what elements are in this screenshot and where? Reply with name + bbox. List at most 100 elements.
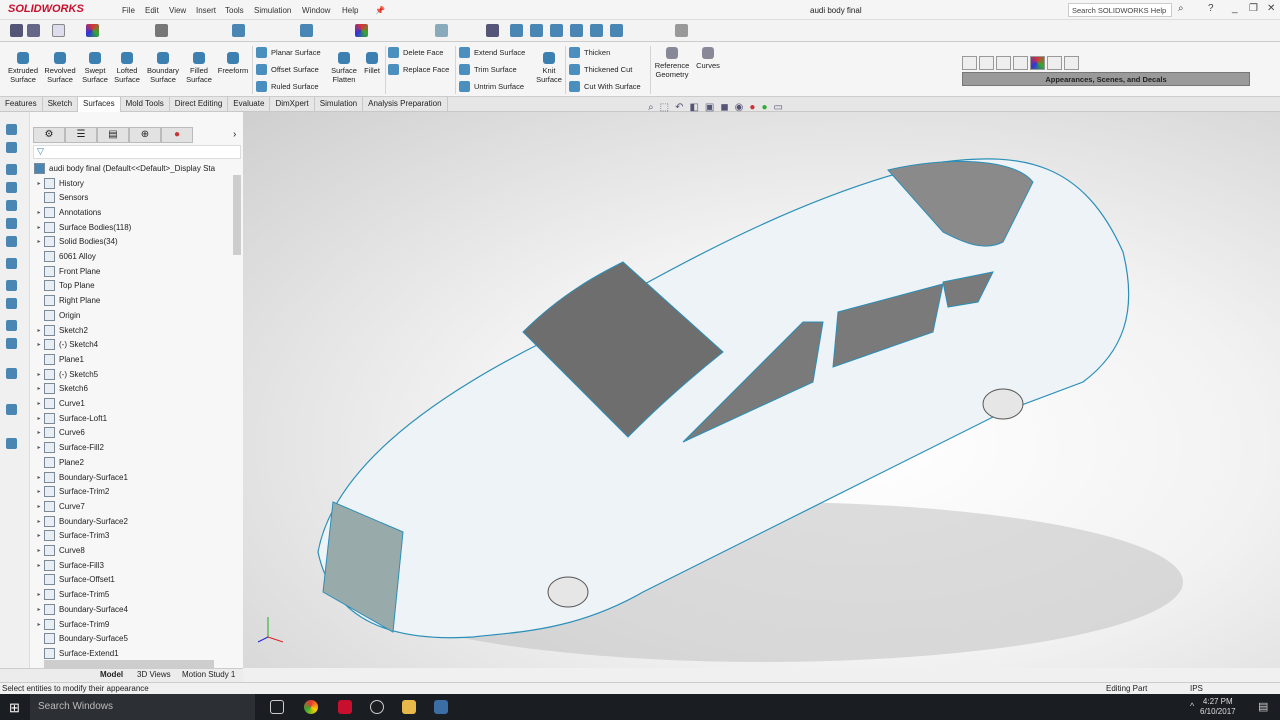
tree-item[interactable]: ▸ Surface-Trim5 (34, 588, 109, 602)
tree-item[interactable]: ▸ Surface Bodies(118) (34, 220, 131, 234)
close-button[interactable]: ✕ (1267, 3, 1275, 14)
expand-icon[interactable]: ▸ (34, 591, 44, 598)
tree-item[interactable]: ▸ History (34, 176, 84, 190)
folder-icon[interactable] (996, 56, 1011, 70)
tool-icon[interactable] (6, 280, 17, 291)
view-top-icon[interactable] (590, 24, 603, 37)
tab-analysis-preparation[interactable]: Analysis Preparation (363, 97, 448, 112)
windows-search-input[interactable]: Search Windows (30, 694, 255, 720)
help-icon[interactable]: ? (1208, 3, 1214, 14)
zoom-icon[interactable] (155, 24, 168, 37)
curves-button[interactable]: Curves (694, 47, 722, 70)
expand-icon[interactable]: ▸ (34, 371, 44, 378)
expand-icon[interactable]: ▸ (34, 415, 44, 422)
sketch-pen-icon[interactable] (675, 24, 688, 37)
thickened-cut-button[interactable]: Thickened Cut (569, 64, 632, 75)
tree-item[interactable]: ▸ Surface-Loft1 (34, 411, 107, 425)
extend-surface-button[interactable]: Extend Surface (459, 47, 525, 58)
tree-item[interactable]: ▸ Surface-Fill3 (34, 558, 104, 572)
expand-icon[interactable]: ▸ (34, 474, 44, 481)
delete-face-button[interactable]: Delete Face (388, 47, 443, 58)
restore-button[interactable]: ❐ (1249, 3, 1258, 14)
tree-item[interactable]: Plane1 (34, 352, 84, 366)
tool-icon[interactable] (6, 368, 17, 379)
revolved-surface-button[interactable]: Revolved Surface (42, 52, 78, 84)
tree-item[interactable]: Front Plane (34, 264, 100, 278)
surface-flatten-button[interactable]: Surface Flatten (328, 52, 360, 84)
expand-icon[interactable]: ▸ (34, 606, 44, 613)
cut-with-surface-button[interactable]: Cut With Surface (569, 81, 641, 92)
expand-icon[interactable]: ▸ (34, 621, 44, 628)
expand-icon[interactable]: ▸ (34, 209, 44, 216)
solidworks-taskbar-icon[interactable] (338, 700, 352, 714)
select-icon[interactable] (52, 24, 65, 37)
expand-icon[interactable]: ▸ (34, 224, 44, 231)
reference-geometry-button[interactable]: Reference Geometry (653, 47, 691, 79)
pin-icon[interactable]: 📌 (375, 6, 385, 15)
display-manager-tab-icon[interactable]: ● (161, 127, 193, 143)
tree-item[interactable]: ▸ Solid Bodies(34) (34, 235, 118, 249)
tool-icon[interactable] (6, 438, 17, 449)
expand-icon[interactable]: ▸ (34, 400, 44, 407)
windows-start-icon[interactable]: ⊞ (9, 700, 20, 716)
tree-item[interactable]: ▸ Boundary-Surface2 (34, 514, 128, 528)
tab-mold-tools[interactable]: Mold Tools (121, 97, 170, 112)
configuration-manager-tab-icon[interactable]: ▤ (97, 127, 129, 143)
tab-direct-editing[interactable]: Direct Editing (170, 97, 229, 112)
trim-surface-button[interactable]: Trim Surface (459, 64, 517, 75)
scene-icon[interactable] (355, 24, 368, 37)
tree-item[interactable]: Surface-Extend1 (34, 646, 119, 660)
appearances-icon[interactable] (1030, 56, 1045, 70)
tree-item[interactable]: ▸ Surface-Trim9 (34, 617, 109, 631)
tree-item[interactable]: ▸ Sketch6 (34, 382, 88, 396)
clock[interactable]: 4:27 PM 6/10/2017 (1200, 697, 1236, 717)
tree-item[interactable]: Plane2 (34, 455, 84, 469)
properties-icon[interactable] (1047, 56, 1062, 70)
expand-icon[interactable]: ▸ (34, 518, 44, 525)
extruded-surface-button[interactable]: Extruded Surface (6, 52, 40, 84)
tree-item[interactable]: Origin (34, 308, 80, 322)
tab-simulation[interactable]: Simulation (315, 97, 364, 112)
tray-chevron-icon[interactable]: ^ (1190, 701, 1194, 711)
file-explorer-icon[interactable] (402, 700, 416, 714)
tab-model[interactable]: Model (100, 670, 123, 679)
expand-icon[interactable]: ▸ (34, 444, 44, 451)
view-front-icon[interactable] (510, 24, 523, 37)
tab-surfaces[interactable]: Surfaces (78, 97, 121, 112)
dimxpert-manager-tab-icon[interactable]: ⊕ (129, 127, 161, 143)
boundary-surface-button[interactable]: Boundary Surface (144, 52, 182, 84)
tool-icon[interactable] (6, 182, 17, 193)
task-view-icon[interactable] (270, 700, 284, 714)
expand-icon[interactable]: ▸ (34, 547, 44, 554)
tree-item[interactable]: ▸ (-) Sketch5 (34, 367, 98, 381)
menu-insert[interactable]: Insert (196, 6, 216, 15)
tree-item[interactable]: Top Plane (34, 279, 95, 293)
tool-icon[interactable] (6, 320, 17, 331)
view-iso-icon[interactable] (610, 24, 623, 37)
home-icon[interactable] (962, 56, 977, 70)
tree-item[interactable]: ▸ Sketch2 (34, 323, 88, 337)
fillet-button[interactable]: Fillet (361, 52, 383, 75)
expand-icon[interactable]: ▸ (34, 532, 44, 539)
tree-horizontal-scrollbar[interactable] (44, 660, 214, 668)
tool-icon[interactable] (6, 164, 17, 175)
expand-icon[interactable]: ▸ (34, 503, 44, 510)
search-icon[interactable]: ⌕ (1178, 3, 1184, 14)
view-right-icon[interactable] (570, 24, 583, 37)
tree-item[interactable]: Right Plane (34, 294, 100, 308)
units-selector[interactable]: IPS (1190, 684, 1203, 693)
minimize-button[interactable]: _ (1232, 3, 1238, 14)
help-search-input[interactable]: Search SOLIDWORKS Help (1068, 3, 1172, 17)
menu-tools[interactable]: Tools (225, 6, 244, 15)
ruled-surface-button[interactable]: Ruled Surface (256, 81, 319, 92)
tab-features[interactable]: Features (0, 97, 43, 112)
app-icon[interactable] (370, 700, 384, 714)
tree-item[interactable]: 6061 Alloy (34, 250, 96, 264)
tree-item[interactable]: ▸ Surface-Trim2 (34, 485, 109, 499)
filter-input[interactable]: ▽ (33, 145, 241, 159)
tree-item[interactable]: ▸ Curve6 (34, 426, 85, 440)
display-style-icon[interactable] (300, 24, 313, 37)
freeform-button[interactable]: Freeform (216, 52, 250, 75)
tool-icon[interactable] (6, 142, 17, 153)
knit-surface-button[interactable]: Knit Surface (534, 52, 564, 84)
